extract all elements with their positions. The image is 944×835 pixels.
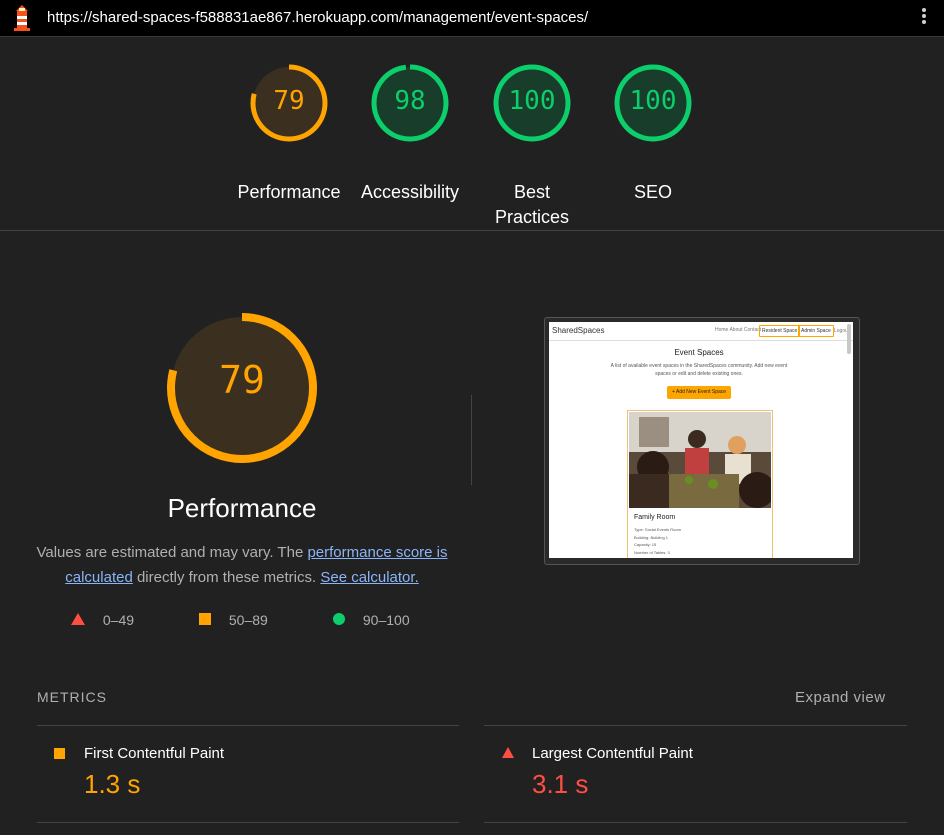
metrics-heading: METRICS — [37, 689, 107, 705]
thumb-card-meta: Type: Social Events Room Building: Build… — [634, 527, 681, 555]
thumb-resident-button: Resident Space — [759, 325, 801, 337]
metrics-divider — [37, 822, 459, 823]
score-gauge-performance[interactable]: 79 Performance — [229, 62, 349, 202]
more-options-icon[interactable] — [918, 6, 930, 30]
lighthouse-icon — [14, 5, 30, 31]
metric-value-lcp: 3.1 s — [532, 769, 589, 799]
score-label: Accessibility — [360, 182, 460, 202]
legend-pass: 90–100 — [333, 612, 410, 628]
score-value: 79 — [273, 86, 305, 116]
metrics-divider — [484, 725, 907, 726]
page-url: https://shared-spaces-f588831ae867.herok… — [47, 9, 589, 26]
thumb-subtext: A list of available event spaces in the … — [610, 363, 788, 377]
legend-average: 50–89 — [199, 612, 268, 628]
score-value: 100 — [629, 86, 677, 116]
performance-description: Values are estimated and may vary. The p… — [36, 544, 448, 586]
thumb-navbar: SharedSpaces Home About Contact Resident… — [549, 322, 853, 341]
performance-title: Performance — [167, 493, 317, 523]
thumb-brand: SharedSpaces — [552, 326, 605, 335]
circle-icon — [333, 613, 345, 625]
performance-score: 79 — [219, 358, 265, 402]
final-screenshot[interactable]: SharedSpaces Home About Contact Resident… — [549, 322, 853, 558]
legend-fail: 0–49 — [71, 612, 134, 628]
thumb-nav-links: Home About Contact — [715, 327, 762, 333]
triangle-icon — [502, 747, 514, 758]
metric-name-lcp: Largest Contentful Paint — [532, 745, 693, 762]
url-bar: https://shared-spaces-f588831ae867.herok… — [0, 0, 944, 37]
metrics-divider — [484, 822, 907, 823]
thumb-card-title: Family Room — [634, 514, 676, 521]
metric-name-fcp: First Contentful Paint — [84, 745, 225, 762]
thumb-add-button: + Add New Event Space — [667, 386, 731, 399]
thumb-heading: Event Spaces — [674, 348, 724, 357]
score-gauge-seo[interactable]: 100 SEO — [593, 62, 713, 202]
score-label: Best Practices — [494, 182, 570, 227]
thumb-admin-button: Admin Space — [798, 325, 834, 337]
thumb-card-photo — [629, 412, 771, 508]
triangle-icon — [71, 613, 85, 625]
metric-value-fcp: 1.3 s — [84, 769, 141, 799]
square-icon — [54, 748, 65, 759]
score-gauge-accessibility[interactable]: 98 Accessibility — [350, 62, 470, 202]
see-calculator-link[interactable]: See calculator. — [320, 569, 418, 586]
score-value: 98 — [394, 86, 426, 116]
score-label: Performance — [237, 182, 341, 202]
score-value: 100 — [508, 86, 556, 116]
score-gauge-best-practices[interactable]: 100 Best Practices — [472, 62, 592, 227]
square-icon — [199, 613, 211, 625]
vertical-divider — [471, 395, 472, 485]
metrics-divider — [37, 725, 459, 726]
score-label: SEO — [633, 182, 672, 202]
expand-view-toggle[interactable]: Expand view — [795, 689, 886, 706]
section-divider — [0, 230, 944, 231]
